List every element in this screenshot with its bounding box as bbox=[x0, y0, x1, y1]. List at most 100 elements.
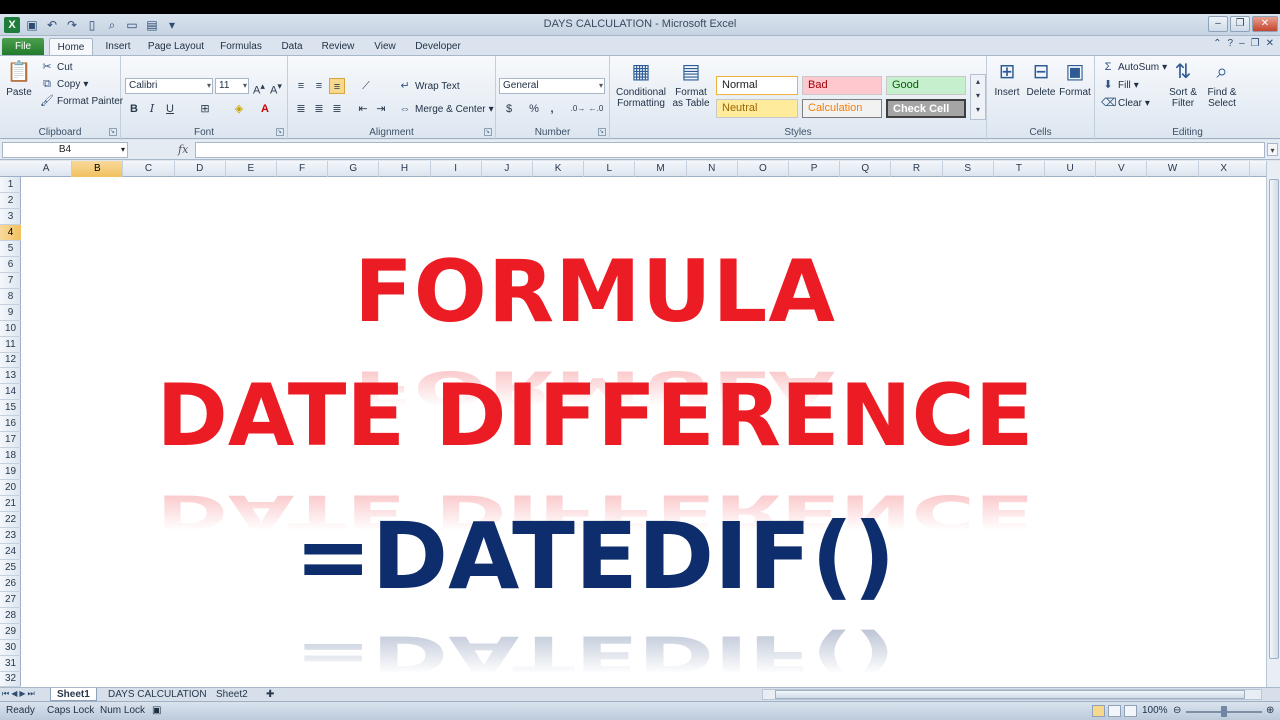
row-header[interactable]: 3 bbox=[0, 209, 21, 225]
restore-button[interactable]: ❐ bbox=[1230, 16, 1250, 32]
style-good[interactable]: Good bbox=[886, 76, 966, 95]
autosum-button[interactable]: Σ AutoSum ▾ bbox=[1101, 60, 1168, 74]
decrease-indent-icon[interactable]: ⇤ bbox=[355, 101, 371, 117]
close-button[interactable]: ✕ bbox=[1252, 16, 1278, 32]
horizontal-scrollbar[interactable] bbox=[762, 689, 1262, 700]
format-painter-button[interactable]: 🖌 Format Painter bbox=[40, 94, 123, 108]
row-header[interactable]: 4 bbox=[0, 224, 21, 241]
orientation-icon[interactable]: ⟋ bbox=[358, 78, 374, 94]
style-normal[interactable]: Normal bbox=[716, 76, 798, 95]
column-header[interactable]: S bbox=[943, 161, 994, 177]
column-header[interactable]: B bbox=[72, 161, 124, 177]
tab-developer[interactable]: Developer bbox=[412, 38, 464, 55]
tab-insert[interactable]: Insert bbox=[100, 38, 136, 55]
conditional-formatting-button[interactable]: ▦ Conditional Formatting bbox=[612, 60, 670, 109]
column-header[interactable]: W bbox=[1147, 161, 1199, 177]
borders-icon[interactable]: ⊞ bbox=[197, 101, 213, 117]
font-size-combo[interactable]: 11 ▾ bbox=[215, 78, 249, 94]
style-neutral[interactable]: Neutral bbox=[716, 99, 798, 118]
name-box[interactable]: B4 ▾ bbox=[2, 142, 128, 158]
sort-filter-button[interactable]: ⇅ Sort & Filter bbox=[1165, 60, 1201, 109]
zoom-in-icon[interactable]: ⊕ bbox=[1266, 705, 1274, 716]
sheet-tab-days-calculation[interactable]: DAYS CALCULATION bbox=[102, 688, 213, 701]
column-header[interactable]: D bbox=[175, 161, 226, 177]
delete-cells-button[interactable]: ⊟ Delete bbox=[1024, 60, 1058, 98]
column-header[interactable]: A bbox=[21, 161, 73, 177]
number-launcher-icon[interactable]: ↘ bbox=[598, 128, 606, 136]
column-header[interactable]: R bbox=[891, 161, 943, 177]
column-header[interactable]: H bbox=[379, 161, 431, 177]
align-center-icon[interactable]: ≣ bbox=[311, 101, 327, 117]
row-header[interactable]: 11 bbox=[0, 337, 21, 353]
tab-formulas[interactable]: Formulas bbox=[216, 38, 266, 55]
style-check-cell[interactable]: Check Cell bbox=[886, 99, 966, 118]
column-header[interactable]: M bbox=[635, 161, 687, 177]
sheet-tab-sheet1[interactable]: Sheet1 bbox=[50, 688, 97, 701]
bold-button[interactable]: B bbox=[126, 101, 142, 117]
minimize-button[interactable]: – bbox=[1208, 16, 1228, 32]
align-right-icon[interactable]: ≣ bbox=[329, 101, 345, 117]
first-sheet-icon[interactable]: ⏮ bbox=[2, 689, 9, 699]
column-header[interactable]: C bbox=[123, 161, 175, 177]
row-header[interactable]: 1 bbox=[0, 177, 21, 193]
help-icon[interactable]: ? bbox=[1228, 38, 1234, 49]
alignment-launcher-icon[interactable]: ↘ bbox=[484, 128, 492, 136]
column-header[interactable]: V bbox=[1096, 161, 1148, 177]
tab-file[interactable]: File bbox=[2, 38, 44, 55]
column-header[interactable]: I bbox=[431, 161, 482, 177]
row-header[interactable]: 2 bbox=[0, 193, 21, 209]
align-middle-icon[interactable]: ≡ bbox=[311, 78, 327, 94]
column-header[interactable]: L bbox=[584, 161, 636, 177]
font-launcher-icon[interactable]: ↘ bbox=[276, 128, 284, 136]
column-header[interactable]: T bbox=[994, 161, 1045, 177]
column-header[interactable]: G bbox=[328, 161, 380, 177]
workbook-restore-icon[interactable]: ❐ bbox=[1251, 38, 1260, 49]
insert-cells-button[interactable]: ⊞ Insert bbox=[990, 60, 1024, 98]
column-header[interactable]: K bbox=[533, 161, 585, 177]
formula-input[interactable] bbox=[195, 142, 1265, 158]
page-layout-view-icon[interactable] bbox=[1108, 705, 1121, 717]
font-color-icon[interactable]: A bbox=[257, 101, 273, 117]
zoom-level[interactable]: 100% bbox=[1142, 705, 1168, 716]
merge-center-button[interactable]: ⇔ Merge & Center ▾ bbox=[398, 102, 494, 116]
horizontal-scroll-thumb[interactable] bbox=[775, 690, 1245, 699]
find-select-button[interactable]: ⌕ Find & Select bbox=[1203, 60, 1241, 109]
align-bottom-icon[interactable]: ≡ bbox=[329, 78, 345, 94]
shrink-font-icon[interactable]: A▾ bbox=[268, 78, 284, 97]
vertical-scrollbar[interactable] bbox=[1266, 161, 1280, 687]
paste-button[interactable]: 📋 Paste bbox=[2, 60, 36, 98]
column-header[interactable]: U bbox=[1045, 161, 1097, 177]
minimize-ribbon-icon[interactable]: ⌃ bbox=[1213, 38, 1221, 49]
insert-function-icon[interactable]: fx bbox=[178, 143, 188, 156]
column-header[interactable]: N bbox=[687, 161, 738, 177]
insert-sheet-icon[interactable]: ✚ bbox=[260, 688, 280, 701]
normal-view-icon[interactable] bbox=[1092, 705, 1105, 717]
style-calculation[interactable]: Calculation bbox=[802, 99, 882, 118]
next-sheet-icon[interactable]: ▶ bbox=[19, 689, 25, 699]
underline-button[interactable]: U bbox=[162, 101, 178, 117]
wrap-text-button[interactable]: ↵ Wrap Text bbox=[398, 79, 459, 93]
clear-button[interactable]: ⌫ Clear ▾ bbox=[1101, 96, 1150, 110]
page-break-view-icon[interactable] bbox=[1124, 705, 1137, 717]
expand-formula-bar-icon[interactable]: ▾ bbox=[1267, 143, 1278, 156]
column-header[interactable]: P bbox=[789, 161, 841, 177]
vertical-scroll-thumb[interactable] bbox=[1269, 179, 1279, 659]
column-header[interactable]: O bbox=[738, 161, 789, 177]
sheet-tab-sheet2[interactable]: Sheet2 bbox=[210, 688, 254, 701]
tab-data[interactable]: Data bbox=[276, 38, 308, 55]
increase-indent-icon[interactable]: ⇥ bbox=[373, 101, 389, 117]
tab-review[interactable]: Review bbox=[318, 38, 358, 55]
format-cells-button[interactable]: ▣ Format bbox=[1058, 60, 1092, 98]
row-header[interactable]: 19 bbox=[0, 464, 21, 481]
last-sheet-icon[interactable]: ⏭ bbox=[28, 689, 35, 699]
align-left-icon[interactable]: ≣ bbox=[293, 101, 309, 117]
column-header[interactable]: Q bbox=[840, 161, 892, 177]
align-top-icon[interactable]: ≡ bbox=[293, 78, 309, 94]
percent-button[interactable]: % bbox=[526, 101, 542, 117]
column-header[interactable]: J bbox=[482, 161, 533, 177]
currency-icon[interactable]: $ bbox=[501, 101, 517, 117]
tab-page-layout[interactable]: Page Layout bbox=[145, 38, 207, 55]
grow-font-icon[interactable]: A▴ bbox=[251, 78, 267, 97]
zoom-slider-knob[interactable] bbox=[1221, 706, 1227, 717]
number-format-combo[interactable]: General ▾ bbox=[499, 78, 605, 94]
